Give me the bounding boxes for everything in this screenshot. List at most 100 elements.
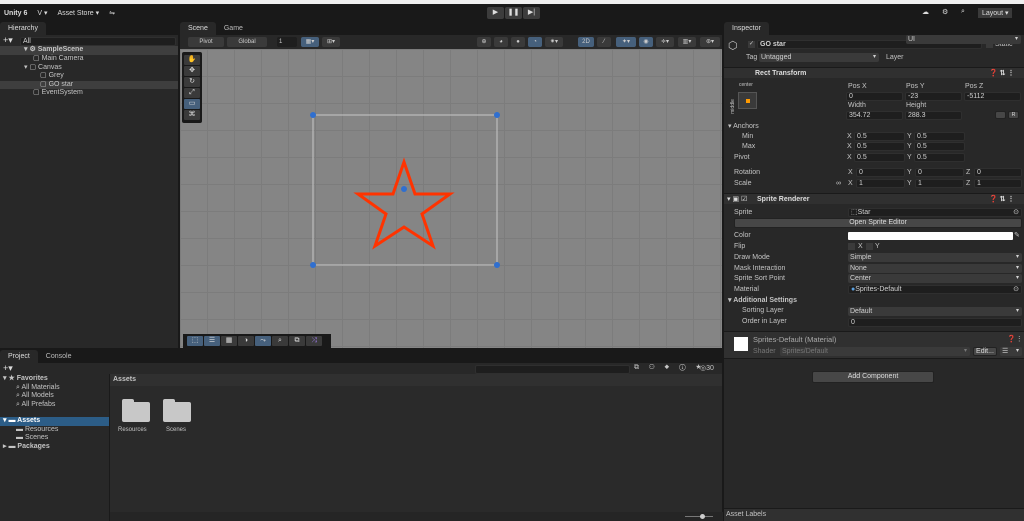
account-dropdown[interactable]: V ▾ — [37, 9, 47, 17]
object-picker-icon[interactable]: ⊙ — [1013, 286, 1019, 293]
anchor-max-y-field[interactable]: 0.5 — [914, 142, 965, 151]
version-control-icon[interactable]: ⇋ — [109, 9, 115, 17]
tab-project[interactable]: Project — [0, 350, 38, 363]
draw-mode-icon[interactable]: ⊕ — [477, 37, 491, 47]
height-field[interactable]: 288.3 — [905, 111, 962, 120]
anchor-max-x-field[interactable]: 0.5 — [854, 142, 905, 151]
eyedropper-icon[interactable]: ✎ — [1014, 231, 1020, 240]
raw-edit-button[interactable]: R — [1008, 111, 1019, 119]
lit-icon[interactable]: ● — [511, 37, 525, 47]
grid-icon[interactable]: ▦ — [221, 336, 237, 346]
tab-scene[interactable]: Scene — [180, 22, 216, 35]
scale-x-field[interactable]: 1 — [856, 179, 905, 188]
play-button[interactable]: ▶ — [487, 7, 504, 19]
folder-label-scenes[interactable]: Scenes — [166, 427, 186, 433]
sort-point-dropdown[interactable]: Center — [848, 274, 1022, 283]
tab-game[interactable]: Game — [216, 22, 251, 35]
gizmos-dropdown[interactable]: ▥▾ — [678, 37, 696, 47]
path-icon[interactable]: ⤳ — [255, 336, 271, 346]
pivot-y-field[interactable]: 0.5 — [914, 153, 965, 162]
favorite-all-prefabs[interactable]: ⌕ All Prefabs — [16, 401, 55, 410]
cloud-icon[interactable]: ☁ — [922, 8, 929, 16]
pause-button[interactable]: ❚❚ — [505, 7, 522, 19]
help-icon[interactable]: ❓⋮ — [1007, 335, 1023, 344]
layers-icon[interactable]: ⧉ — [289, 336, 305, 346]
hierarchy-search-input[interactable]: All — [20, 37, 176, 46]
transform-tool[interactable]: ⌘ — [184, 110, 200, 120]
tab-inspector[interactable]: Inspector — [724, 22, 769, 35]
mask-interaction-dropdown[interactable]: None — [848, 264, 1022, 273]
circle-icon[interactable]: ◑ — [238, 336, 254, 346]
zoom-icon[interactable]: ⌕ — [272, 336, 288, 346]
anchors-foldout[interactable]: ▾ Anchors — [728, 122, 759, 131]
anchor-min-x-field[interactable]: 0.5 — [854, 132, 905, 141]
flip-x-checkbox[interactable] — [848, 243, 855, 250]
rotate-tool[interactable]: ↻ — [184, 77, 200, 87]
resources-folder-item[interactable]: ▬ Resources — [16, 426, 58, 435]
color-swatch[interactable] — [848, 232, 1013, 240]
sprite-renderer-header[interactable]: ▾ ▣ ☑ Sprite Renderer ❓ ⇅ ⋮ — [724, 193, 1024, 204]
align-icon[interactable]: ☰ — [204, 336, 220, 346]
pivot-dropdown[interactable]: Pivot — [188, 37, 224, 47]
filter-icons[interactable]: ⧉ ⚇ ⬥ ⓘ ★ — [634, 364, 705, 372]
favorite-all-materials[interactable]: ⌕ All Materials — [16, 384, 60, 393]
shading-icon[interactable]: ◕ — [494, 37, 508, 47]
visibility-icon[interactable]: ◉ — [639, 37, 653, 47]
favorites-item[interactable]: ▾ ★ Favorites — [3, 375, 48, 384]
flip-y-checkbox[interactable] — [866, 243, 873, 250]
folder-label-resources[interactable]: Resources — [118, 427, 147, 433]
move-tool[interactable]: ✥ — [184, 66, 200, 76]
lighting-icon[interactable]: ◔ — [528, 37, 542, 47]
hand-tool[interactable]: ✋ — [184, 55, 200, 65]
assets-folder-item[interactable]: ▾ ▬ Assets — [0, 417, 109, 426]
sorting-layer-dropdown[interactable]: Default — [848, 307, 1022, 316]
fx-dropdown[interactable]: ✦▾ — [616, 37, 636, 47]
open-sprite-editor-button[interactable]: Open Sprite Editor — [734, 218, 1022, 228]
pos-z-field[interactable]: -5112 — [964, 92, 1021, 101]
step-button[interactable]: ▶| — [523, 7, 540, 19]
orientation-dropdown[interactable]: ⊛▾ — [700, 37, 720, 47]
add-component-button[interactable]: Add Component — [812, 371, 934, 383]
increment-snap-button[interactable]: ⊞▾ — [322, 37, 340, 47]
hierarchy-item-main-camera[interactable]: ▢ Main Camera — [33, 55, 84, 64]
hierarchy-item-go-star[interactable]: ▢ GO star — [0, 80, 178, 89]
scale-tool[interactable]: ⤢ — [184, 88, 200, 98]
hierarchy-item-grey[interactable]: ▢ Grey — [40, 72, 64, 81]
sprite-field[interactable]: ⬚Star ⊙ — [848, 208, 1022, 217]
rotation-y-field[interactable]: 0 — [915, 168, 964, 177]
shader-dropdown[interactable]: Sprites/Default — [780, 347, 970, 356]
additional-settings-foldout[interactable]: ▾ Additional Settings — [728, 296, 797, 305]
component-menu-icons[interactable]: ❓ ⇅ ⋮ — [989, 194, 1014, 205]
folder-icon[interactable] — [163, 399, 191, 422]
pos-y-field[interactable]: -23 — [905, 92, 962, 101]
project-create-button[interactable]: +▾ — [3, 363, 13, 374]
scene-viewport[interactable]: ✋ ✥ ↻ ⤢ ▭ ⌘ ⬚ ☰ ▦ ◑ ⤳ ⌕ ⧉ ⤨ — [180, 49, 722, 348]
zoom-slider[interactable] — [685, 516, 713, 517]
width-field[interactable]: 354.72 — [846, 111, 903, 120]
effects-icon[interactable]: ✷▾ — [545, 37, 563, 47]
rect-select-icon[interactable]: ⬚ — [187, 336, 203, 346]
zoom-slider-thumb[interactable] — [700, 514, 705, 519]
layer-dropdown[interactable]: UI — [906, 35, 1021, 44]
object-picker-icon[interactable]: ⊙ — [1013, 209, 1019, 216]
scale-z-field[interactable]: 1 — [974, 179, 1022, 188]
material-field[interactable]: ●Sprites-Default ⊙ — [848, 285, 1022, 294]
rotation-x-field[interactable]: 0 — [856, 168, 905, 177]
active-checkbox[interactable]: ✓ — [748, 41, 755, 48]
scenes-folder-item[interactable]: ▬ Scenes — [16, 434, 48, 443]
tab-hierarchy[interactable]: Hierarchy — [0, 22, 46, 35]
favorite-all-models[interactable]: ⌕ All Models — [16, 392, 54, 401]
tab-console[interactable]: Console — [38, 350, 80, 363]
tag-dropdown[interactable]: Untagged — [759, 53, 879, 62]
shuffle-icon[interactable]: ⤨ — [306, 336, 322, 346]
project-search-input[interactable] — [475, 365, 630, 374]
asset-labels-bar[interactable]: Asset Labels — [724, 508, 1024, 521]
rotation-z-field[interactable]: 0 — [974, 168, 1022, 177]
constrain-proportions-icon[interactable]: ∞ — [836, 179, 841, 188]
hierarchy-item-canvas[interactable]: ▾ ▢ Canvas — [24, 64, 62, 73]
shader-options-dropdown[interactable]: ☰ — [1000, 347, 1022, 356]
2d-toggle[interactable]: 2D — [578, 37, 594, 47]
draw-mode-dropdown[interactable]: Simple — [848, 253, 1022, 262]
component-menu-icons[interactable]: ❓ ⇅ ⋮ — [989, 68, 1014, 79]
scale-y-field[interactable]: 1 — [915, 179, 964, 188]
